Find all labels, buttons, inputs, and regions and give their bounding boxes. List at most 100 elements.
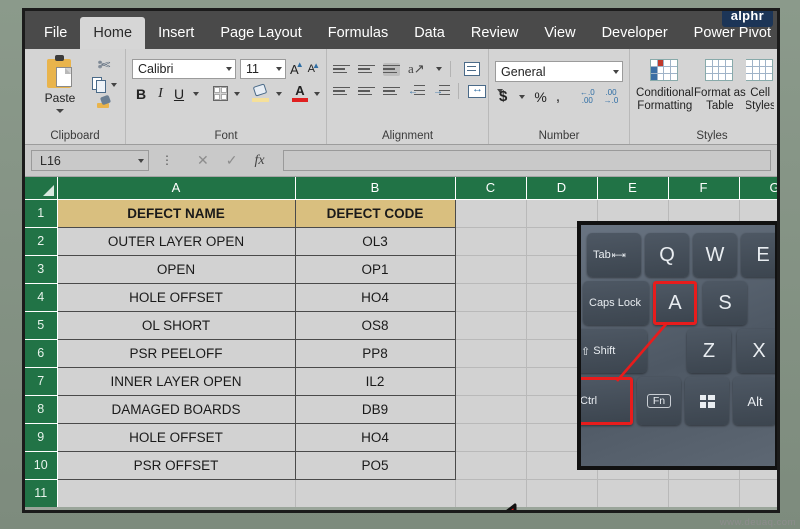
font-color-chevron-down-icon[interactable] [314,91,320,96]
column-header-e[interactable]: E [597,177,669,200]
wrap-text-icon[interactable] [463,62,480,76]
fx-icon[interactable]: fx [254,153,264,169]
bold-button[interactable]: B [132,86,150,102]
row-header-1[interactable]: 1 [25,199,58,228]
italic-button[interactable]: I [153,86,168,102]
increase-decimal-icon[interactable]: ←.0.00 [580,88,595,105]
cell-b3[interactable]: OP1 [294,254,456,284]
column-header-c[interactable]: C [455,177,527,200]
align-right-icon[interactable] [383,85,401,98]
cell-c9[interactable] [455,423,527,452]
cancel-icon[interactable]: ✕ [197,152,209,169]
tab-home[interactable]: Home [80,16,146,49]
cell-c8[interactable] [455,395,527,424]
row-header-5[interactable]: 5 [25,311,58,340]
paste-chevron-down-icon[interactable] [56,109,64,113]
cell-a3[interactable]: OPEN [56,254,296,284]
column-header-a[interactable]: A [57,177,296,200]
cell-c5[interactable] [455,311,527,340]
format-as-table-button[interactable]: Format as Table [694,57,747,113]
cell-c2[interactable] [455,227,527,256]
cell-b11[interactable] [295,479,456,508]
cell-b2[interactable]: OL3 [294,226,456,256]
row-header-4[interactable]: 4 [25,283,58,312]
cell-b4[interactable]: HO4 [294,282,456,312]
fill-color-icon[interactable] [252,83,270,102]
comma-format-icon[interactable]: , [556,88,560,105]
merge-and-center-icon[interactable] [468,83,487,98]
cell-b9[interactable]: HO4 [294,422,456,452]
format-painter-icon[interactable] [96,94,112,110]
cell-b1[interactable]: DEFECT CODE [294,198,456,228]
percent-format-icon[interactable]: % [534,89,546,105]
tab-file[interactable]: File [31,19,80,50]
cell-c6[interactable] [455,339,527,368]
decrease-indent-icon[interactable]: ← [408,84,426,98]
formula-input[interactable] [282,150,771,171]
confirm-icon[interactable]: ✓ [226,152,238,169]
column-header-b[interactable]: B [295,177,456,200]
font-color-icon[interactable]: A [292,84,308,102]
column-header-d[interactable]: D [526,177,598,200]
cell-a9[interactable]: HOLE OFFSET [56,422,296,452]
cell-g11[interactable] [739,479,777,508]
align-left-icon[interactable] [333,85,351,98]
cell-c10[interactable] [455,451,527,480]
row-header-11[interactable]: 11 [25,479,58,508]
cell-a6[interactable]: PSR PEELOFF [56,338,296,368]
select-all-corner[interactable] [25,177,58,200]
font-size-select[interactable]: 11 [240,59,286,79]
row-header-10[interactable]: 10 [25,451,58,480]
align-top-icon[interactable] [333,63,351,76]
tab-formulas[interactable]: Formulas [315,19,401,50]
orientation-chevron-down-icon[interactable] [435,67,442,71]
cell-b6[interactable]: PP8 [294,338,456,368]
align-center-icon[interactable] [358,85,376,98]
cell-c3[interactable] [455,255,527,284]
borders-icon[interactable] [213,86,228,101]
cell-a1[interactable]: DEFECT NAME [56,198,296,228]
row-header-3[interactable]: 3 [25,255,58,284]
cell-styles-button[interactable]: Cell Styles [746,57,774,113]
column-header-g[interactable]: G [739,177,777,200]
cell-a10[interactable]: PSR OFFSET [56,450,296,480]
row-header-6[interactable]: 6 [25,339,58,368]
cell-b8[interactable]: DB9 [294,394,456,424]
cell-a5[interactable]: OL SHORT [56,310,296,340]
tab-review[interactable]: Review [458,19,532,50]
decrease-font-size-icon[interactable]: A ▲ [308,61,320,75]
number-format-select[interactable]: General [495,61,624,82]
tab-page-layout[interactable]: Page Layout [207,19,314,50]
row-header-8[interactable]: 8 [25,395,58,424]
name-box[interactable]: L16 [31,150,149,171]
cell-c7[interactable] [455,367,527,396]
cell-a2[interactable]: OUTER LAYER OPEN [56,226,296,256]
paste-button[interactable]: Paste [31,53,89,113]
increase-font-size-icon[interactable]: A ▲ [290,60,304,77]
column-header-f[interactable]: F [668,177,740,200]
decrease-decimal-icon[interactable]: .00 →.0 [604,88,619,105]
orientation-icon[interactable]: a↗ [408,61,425,77]
cell-e11[interactable] [597,479,669,508]
cell-b5[interactable]: OS8 [294,310,456,340]
scissors-icon[interactable]: ✄ [98,56,111,74]
fill-color-chevron-down-icon[interactable] [276,91,282,96]
align-middle-icon[interactable] [358,63,376,76]
font-name-select[interactable]: Calibri [132,59,236,79]
underline-chevron-down-icon[interactable] [193,91,199,96]
underline-button[interactable]: U [171,86,187,102]
align-bottom-icon[interactable] [383,62,401,76]
row-header-2[interactable]: 2 [25,227,58,256]
cell-a8[interactable]: DAMAGED BOARDS [56,394,296,424]
tab-insert[interactable]: Insert [145,19,207,50]
cell-a4[interactable]: HOLE OFFSET [56,282,296,312]
tab-view[interactable]: View [531,19,588,50]
cell-f11[interactable] [668,479,740,508]
cell-c1[interactable] [455,199,527,228]
cell-a7[interactable]: INNER LAYER OPEN [56,366,296,396]
tab-developer[interactable]: Developer [589,19,681,50]
cell-b7[interactable]: IL2 [294,366,456,396]
row-header-7[interactable]: 7 [25,367,58,396]
formula-bar-handle[interactable]: ⋮ [155,154,179,166]
row-header-9[interactable]: 9 [25,423,58,452]
